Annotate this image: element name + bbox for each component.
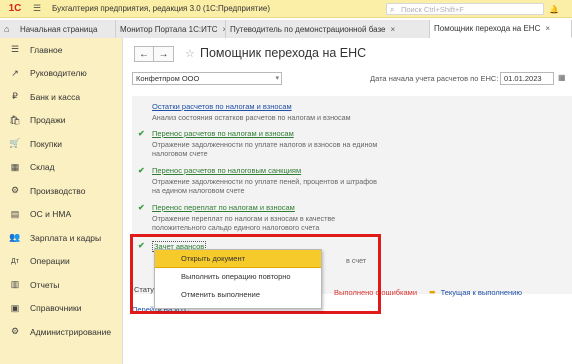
sidebar-item-directories[interactable]: ▣ Справочники bbox=[0, 297, 122, 321]
sidebar-item-label: Зарплата и кадры bbox=[30, 232, 102, 243]
title-bar: 1С ☰ Бухгалтерия предприятия, редакция 3… bbox=[0, 0, 572, 18]
sidebar-item-label: Главное bbox=[30, 44, 63, 55]
sidebar-item-warehouse[interactable]: ▦ Склад bbox=[0, 156, 122, 180]
check-icon: ✔ bbox=[138, 129, 145, 138]
sidebar-item-label: Продажи bbox=[30, 115, 66, 126]
sidebar-item-label: Операции bbox=[30, 256, 70, 267]
menu-icon[interactable]: ☰ bbox=[30, 2, 44, 16]
page-title: Помощник перехода на ЕНС bbox=[200, 46, 367, 60]
sidebar-item-label: Справочники bbox=[30, 303, 82, 314]
calendar-icon[interactable]: ▦ bbox=[558, 73, 566, 82]
trend-icon: ↗ bbox=[11, 67, 19, 78]
date-field[interactable]: 01.01.2023 bbox=[500, 72, 554, 85]
sidebar-item-label: Банк и касса bbox=[30, 91, 81, 102]
coin-icon: ₽ bbox=[12, 91, 18, 102]
check-icon: ✔ bbox=[138, 166, 145, 175]
chevron-down-icon[interactable]: ▾ bbox=[275, 73, 279, 84]
cart-icon: 🛒 bbox=[9, 138, 21, 149]
main-content: ← → ☆ Помощник перехода на ЕНС Конфетпро… bbox=[124, 38, 572, 364]
close-icon[interactable]: × bbox=[390, 25, 395, 34]
forward-button[interactable]: → bbox=[154, 46, 174, 62]
organization-select[interactable]: Конфетпром ООО ▾ bbox=[132, 72, 282, 85]
sidebar-item-label: Отчеты bbox=[30, 279, 60, 290]
menu-item-open-document[interactable]: Открыть документ bbox=[155, 250, 321, 268]
sidebar-item-sales[interactable]: 🛍 Продажи bbox=[0, 109, 122, 133]
app-logo: 1С bbox=[8, 3, 22, 14]
step-description: Отражение задолженности по уплате налого… bbox=[152, 140, 378, 158]
sidebar-item-manager[interactable]: ↗ Руководителю bbox=[0, 62, 122, 86]
factory-icon: ⚙ bbox=[10, 185, 20, 196]
date-label: Дата начала учета расчетов по ЕНС: bbox=[370, 74, 499, 83]
sidebar-item-label: Покупки bbox=[30, 138, 62, 149]
sidebar-item-assets[interactable]: ▤ ОС и НМА bbox=[0, 203, 122, 227]
assets-icon: ▤ bbox=[10, 208, 20, 219]
arrow-right-icon: ➨ bbox=[429, 287, 437, 297]
tab-label: Монитор Портала 1С:ИТС bbox=[120, 24, 218, 34]
sidebar-item-label: Администрирование bbox=[30, 326, 112, 337]
menu-icon: ☰ bbox=[10, 44, 20, 55]
gear-icon: ⚙ bbox=[10, 326, 20, 337]
context-menu: Открыть документ Выполнить операцию повт… bbox=[154, 249, 322, 309]
bag-icon: 🛍 bbox=[9, 114, 21, 125]
organization-value: Конфетпром ООО bbox=[136, 74, 200, 83]
back-button[interactable]: ← bbox=[134, 46, 154, 62]
app-title: Бухгалтерия предприятия, редакция 3.0 (1… bbox=[52, 4, 271, 13]
search-icon: ⌕ bbox=[390, 5, 395, 14]
sidebar-item-bank[interactable]: ₽ Банк и касса bbox=[0, 85, 122, 109]
sidebar-item-reports[interactable]: ▥ Отчеты bbox=[0, 273, 122, 297]
menu-item-repeat-operation[interactable]: Выполнить операцию повторно bbox=[155, 268, 321, 286]
report-icon: ▥ bbox=[10, 279, 20, 290]
notifications-icon[interactable]: 🔔 bbox=[549, 4, 559, 15]
sidebar-item-production[interactable]: ⚙ Производство bbox=[0, 179, 122, 203]
warehouse-icon: ▦ bbox=[10, 161, 20, 172]
sidebar-item-operations[interactable]: Дт Операции bbox=[0, 250, 122, 274]
step-description: Анализ состояния остатков расчетов по на… bbox=[152, 113, 351, 122]
sidebar: ☰ Главное ↗ Руководителю ₽ Банк и касса 🛍 Пр… bbox=[0, 38, 123, 364]
tab-home[interactable]: ⌂ Начальная страница bbox=[0, 20, 116, 38]
tab-label: Путеводитель по демонстрационной базе bbox=[230, 24, 386, 34]
sidebar-item-label: ОС и НМА bbox=[30, 209, 72, 220]
menu-item-cancel-execution[interactable]: Отменить выполнение bbox=[155, 286, 321, 304]
step-description: Отражение задолженности по уплате пеней,… bbox=[152, 177, 378, 195]
sidebar-item-label: Производство bbox=[30, 185, 86, 196]
tab-demo-guide[interactable]: Путеводитель по демонстрационной базе × bbox=[226, 20, 430, 38]
sidebar-item-label: Руководителю bbox=[30, 68, 87, 79]
sidebar-item-main[interactable]: ☰ Главное bbox=[0, 38, 122, 62]
current-status: Текущая к выполнению bbox=[440, 288, 522, 297]
tab-label: Помощник перехода на ЕНС bbox=[434, 24, 541, 33]
step-link[interactable]: Перенос расчетов по налогам и взносам bbox=[152, 129, 294, 138]
step-link[interactable]: Перенос переплат по налогам и взносам bbox=[152, 203, 295, 212]
tab-bar: ⌂ Начальная страница Монитор Портала 1С:… bbox=[0, 20, 572, 38]
step-link[interactable]: Остатки расчетов по налогам и взносам bbox=[152, 102, 292, 111]
nav-buttons: ← → bbox=[134, 46, 174, 62]
tab-ens-assistant[interactable]: Помощник перехода на ЕНС × bbox=[430, 20, 572, 38]
home-icon: ⌂ bbox=[4, 24, 10, 34]
step-link[interactable]: Перенос расчетов по налоговым санкциям bbox=[152, 166, 301, 175]
debit-credit-icon: Дт bbox=[11, 257, 19, 265]
favorite-star-icon[interactable]: ☆ bbox=[185, 47, 195, 60]
sidebar-item-label: Склад bbox=[30, 162, 55, 173]
book-icon: ▣ bbox=[10, 302, 20, 313]
people-icon: 👥 bbox=[9, 232, 21, 243]
search-placeholder: Поиск Ctrl+Shift+F bbox=[401, 5, 464, 14]
sidebar-item-admin[interactable]: ⚙ Администрирование bbox=[0, 320, 122, 344]
step-description: Отражение переплат по налогам и взносам … bbox=[152, 214, 336, 232]
sidebar-item-purchases[interactable]: 🛒 Покупки bbox=[0, 132, 122, 156]
tab-its-monitor[interactable]: Монитор Портала 1С:ИТС × bbox=[116, 20, 226, 38]
check-icon: ✔ bbox=[138, 203, 145, 212]
tab-label: Начальная страница bbox=[20, 24, 98, 34]
search-input[interactable]: ⌕ Поиск Ctrl+Shift+F 🔔 bbox=[386, 3, 559, 15]
close-icon[interactable]: × bbox=[545, 24, 550, 33]
sidebar-item-salary[interactable]: 👥 Зарплата и кадры bbox=[0, 226, 122, 250]
